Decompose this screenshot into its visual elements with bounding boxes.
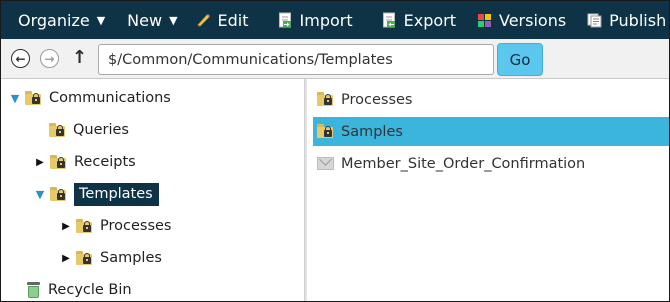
folder-tree: ▼ Communications Queries ▶ Receipts ▼ Te…: [1, 79, 304, 301]
list-item[interactable]: Member_Site_Order_Confirmation: [313, 149, 669, 178]
list-item-label: Processes: [341, 91, 413, 108]
publish-icon: [587, 12, 602, 28]
locked-folder-icon: [50, 154, 68, 170]
tree-item-queries[interactable]: Queries: [49, 118, 129, 142]
edit-label: Edit: [217, 10, 249, 30]
tree-item-label: Queries: [73, 122, 129, 138]
tree-item-processes[interactable]: ▶ Processes: [60, 214, 171, 238]
expanded-arrow-icon[interactable]: ▼: [9, 92, 21, 105]
tree-item-label: Receipts: [74, 154, 136, 170]
list-item-selected[interactable]: Samples: [313, 117, 669, 146]
tree-item-label: Communications: [49, 90, 171, 106]
recycle-bin-icon: [27, 282, 40, 298]
content-list: Processes Samples Member_Site_Order_Conf…: [307, 79, 669, 301]
versions-button[interactable]: Versions: [477, 11, 566, 30]
tree-item-communications[interactable]: ▼ Communications: [9, 86, 171, 110]
go-button[interactable]: Go: [497, 43, 543, 76]
email-template-icon: [317, 157, 334, 170]
list-item-label: Member_Site_Order_Confirmation: [341, 155, 586, 172]
collapsed-arrow-icon[interactable]: ▶: [60, 221, 72, 232]
list-item-label: Samples: [341, 123, 403, 140]
edit-button[interactable]: Edit: [196, 11, 249, 30]
arrow-left-icon: ←: [15, 51, 26, 66]
tree-item-templates[interactable]: ▼ Templates: [34, 182, 159, 206]
collapsed-arrow-icon[interactable]: ▶: [60, 253, 72, 264]
organize-label: Organize: [18, 10, 90, 30]
expanded-arrow-icon[interactable]: ▼: [34, 188, 46, 201]
export-label: Export: [403, 10, 456, 30]
import-label: Import: [299, 10, 353, 30]
cms-window: Organize ▼ New ▼ Edit Import Export Vers…: [0, 0, 670, 302]
arrow-right-icon: →: [44, 51, 55, 66]
tree-item-label: Processes: [100, 218, 172, 234]
main-toolbar: Organize ▼ New ▼ Edit Import Export Vers…: [1, 1, 669, 39]
locked-folder-icon: [317, 92, 335, 107]
export-icon: [382, 12, 397, 28]
tree-item-samples[interactable]: ▶ Samples: [60, 246, 162, 270]
publish-label: Publish: [609, 10, 667, 30]
go-label: Go: [509, 50, 531, 69]
import-icon: [278, 12, 293, 28]
forward-button[interactable]: →: [40, 49, 59, 68]
organize-menu[interactable]: Organize ▼: [18, 11, 105, 30]
path-input[interactable]: [98, 44, 494, 75]
pencil-icon: [196, 12, 211, 28]
versions-icon: [477, 12, 492, 28]
publish-button[interactable]: Publish: [587, 11, 666, 30]
import-button[interactable]: Import: [278, 11, 353, 30]
collapsed-arrow-icon[interactable]: ▶: [34, 157, 46, 168]
versions-label: Versions: [499, 10, 567, 30]
caret-down-icon: ▼: [169, 13, 178, 27]
locked-folder-icon: [25, 90, 43, 106]
list-item[interactable]: Processes: [313, 85, 669, 114]
tree-item-recycle-bin[interactable]: Recycle Bin: [27, 278, 132, 301]
locked-folder-icon: [50, 186, 68, 202]
tree-item-label-selected: Templates: [74, 182, 159, 206]
tree-item-label: Recycle Bin: [48, 282, 132, 298]
address-bar: ← → ↑ Go: [1, 39, 669, 79]
locked-folder-icon: [76, 218, 94, 234]
caret-down-icon: ▼: [96, 13, 106, 27]
locked-folder-icon: [49, 122, 67, 138]
back-button[interactable]: ←: [11, 49, 30, 68]
export-button[interactable]: Export: [382, 11, 456, 30]
locked-folder-icon: [76, 250, 94, 266]
arrow-up-icon: ↑: [72, 47, 88, 68]
new-label: New: [127, 10, 163, 30]
new-menu[interactable]: New ▼: [127, 11, 177, 30]
tree-item-label: Samples: [100, 250, 162, 266]
tree-item-receipts[interactable]: ▶ Receipts: [34, 150, 136, 174]
locked-folder-icon: [317, 124, 335, 139]
up-folder-button[interactable]: ↑: [72, 47, 87, 68]
